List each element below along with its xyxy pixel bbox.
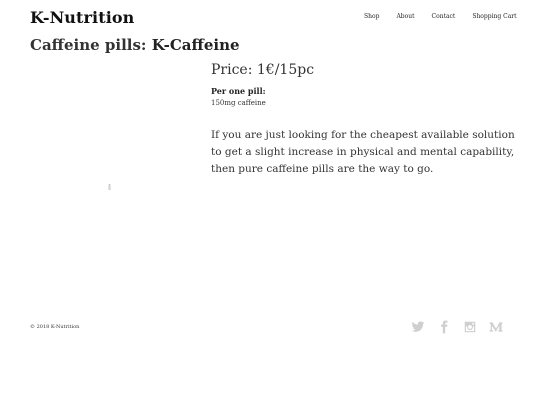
product-price: Price: 1€/15pc: [211, 62, 315, 78]
product-image: [30, 64, 190, 304]
nav-link-shop[interactable]: Shop: [364, 13, 379, 20]
nav-link-about[interactable]: About: [396, 13, 414, 20]
facebook-icon[interactable]: [436, 319, 452, 335]
ingredient-text: 150mg caffeine: [211, 99, 266, 107]
page-title: Caffeine pills: K-Caffeine: [30, 36, 240, 54]
social-links: [410, 319, 504, 335]
per-pill-label: Per one pill:: [211, 86, 266, 96]
nav-link-shopping-cart[interactable]: Shopping Cart: [472, 13, 516, 20]
product-category: Caffeine pills:: [30, 36, 147, 54]
nav-link-contact[interactable]: Contact: [432, 13, 456, 20]
product-description: If you are just looking for the cheapest…: [211, 129, 515, 175]
pill-bottle-icon: [108, 184, 111, 190]
medium-icon[interactable]: [488, 319, 504, 335]
twitter-icon[interactable]: [410, 319, 426, 335]
copyright-text: © 2018 K-Nutrition: [30, 324, 80, 330]
main-nav: Shop About Contact Shopping Cart: [364, 13, 517, 20]
product-name: K-Caffeine: [151, 36, 240, 54]
instagram-icon[interactable]: [462, 319, 478, 335]
site-logo[interactable]: K-Nutrition: [30, 8, 134, 27]
